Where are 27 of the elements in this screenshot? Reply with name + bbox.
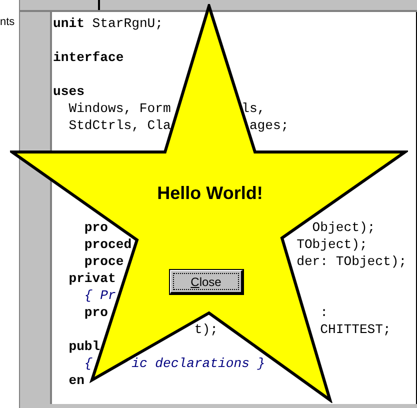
code-comment: { — [83, 356, 92, 371]
code-text: TObject); — [296, 237, 368, 252]
code-comment: ic declarations } — [130, 356, 266, 371]
code-keyword: uses — [53, 84, 84, 99]
code-text: Object); — [311, 220, 376, 235]
code-text: der: TObject); — [296, 254, 407, 269]
code-text: ages; — [248, 118, 289, 133]
code-keyword: unit — [53, 16, 84, 31]
code-text: ls, — [240, 101, 266, 116]
code-keyword: proce — [83, 254, 124, 269]
code-keyword: pro — [83, 305, 108, 320]
code-text: StdCtrls, Cla — [68, 118, 171, 133]
code-text: Windows, Form — [68, 101, 171, 116]
code-text: StarRgnU; — [91, 16, 164, 31]
close-button[interactable]: Close — [170, 270, 243, 294]
code-text: CHITTEST; — [319, 322, 391, 337]
code-comment: { Pr — [83, 288, 116, 303]
code-keyword: pro — [83, 220, 108, 235]
code-keyword: en — [68, 373, 84, 388]
code-keyword: publ — [68, 339, 100, 354]
hello-message: Hello World! — [156, 182, 264, 205]
code-text: : — [319, 305, 328, 320]
code-text: t); — [193, 322, 218, 337]
code-keyword: privat — [68, 271, 116, 286]
panel-label: nts — [0, 15, 16, 29]
code-keyword: interface — [53, 50, 124, 65]
code-keyword: proced — [83, 237, 132, 252]
